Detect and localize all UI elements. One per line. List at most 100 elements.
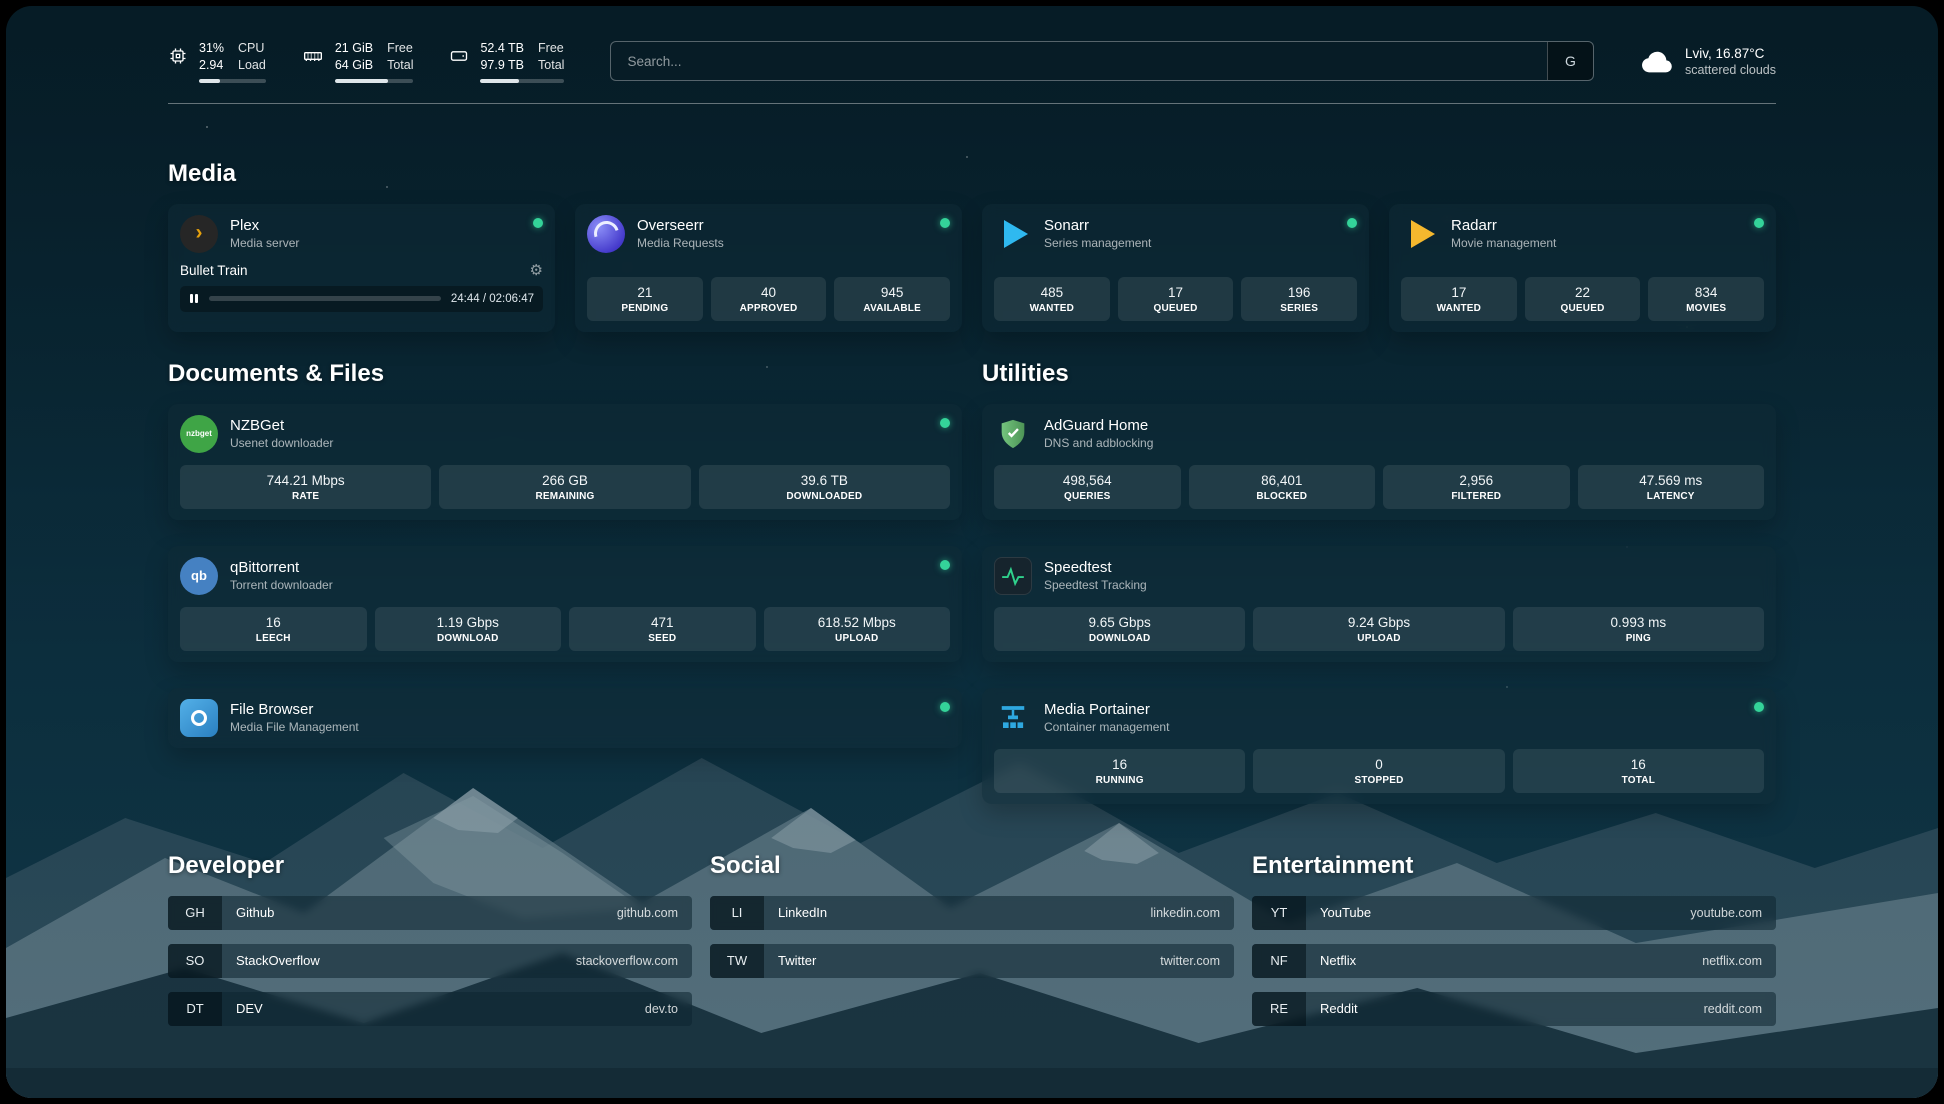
service-subtitle: DNS and adblocking [1044, 436, 1153, 450]
cpu-load-label: Load [238, 57, 266, 73]
stat-label: PENDING [591, 303, 699, 314]
cpu-load-value: 2.94 [199, 57, 224, 73]
bookmark-reddit[interactable]: RE Reddit reddit.com [1252, 992, 1776, 1026]
stat-value: 22 [1529, 285, 1637, 300]
service-link-adguard[interactable]: AdGuard Home DNS and adblocking [994, 415, 1764, 453]
service-subtitle: Series management [1044, 236, 1151, 250]
memory-total-label: Total [387, 57, 413, 73]
bookmark-name: YouTube [1320, 905, 1371, 920]
bookmark-name: Twitter [778, 953, 816, 968]
stat-box: 266 GB REMAINING [439, 465, 690, 509]
service-link-overseerr[interactable]: Overseerr Media Requests [587, 215, 950, 253]
bookmark-url: reddit.com [1704, 1002, 1762, 1016]
stat-value: 16 [184, 615, 363, 630]
stat-label: DOWNLOADED [703, 491, 946, 502]
stat-label: LEECH [184, 633, 363, 644]
adguard-shield-icon [994, 415, 1032, 453]
section-heading-social: Social [710, 852, 1234, 880]
section-heading-documents: Documents & Files [168, 360, 962, 388]
disk-total-label: Total [538, 57, 564, 73]
service-name: AdGuard Home [1044, 417, 1153, 434]
stat-value: 744.21 Mbps [184, 473, 427, 488]
playback-time: 24:44 / 02:06:47 [451, 293, 534, 305]
status-dot [940, 218, 950, 228]
stat-box: 9.65 Gbps DOWNLOAD [994, 607, 1245, 651]
service-name: qBittorrent [230, 559, 333, 576]
stat-value: 618.52 Mbps [768, 615, 947, 630]
service-link-sonarr[interactable]: Sonarr Series management [994, 215, 1357, 253]
top-bar: 31% CPU 2.94 Load 21 GiB [168, 40, 1776, 83]
bookmark-abbr: SO [168, 944, 222, 978]
service-card-radarr: Radarr Movie management 17 WANTED 22 QUE… [1389, 204, 1776, 332]
bookmark-abbr: RE [1252, 992, 1306, 1026]
service-subtitle: Media server [230, 236, 299, 250]
disk-total-value: 97.9 TB [480, 57, 524, 73]
stat-value: 21 [591, 285, 699, 300]
bookmark-url: netflix.com [1702, 954, 1762, 968]
stat-value: 0 [1257, 757, 1500, 772]
weather-condition: scattered clouds [1685, 63, 1776, 77]
stat-box: 744.21 Mbps RATE [180, 465, 431, 509]
memory-widget: 21 GiB Free 64 GiB Total [302, 40, 414, 83]
service-link-filebrowser[interactable]: File Browser Media File Management [180, 699, 950, 737]
bookmark-url: dev.to [645, 1002, 678, 1016]
service-card-plex: › Plex Media server Bullet Train ⚙ 24:44… [168, 204, 555, 332]
portainer-crane-icon [994, 699, 1032, 737]
memory-free-value: 21 GiB [335, 40, 373, 56]
stat-box: 498,564 QUERIES [994, 465, 1181, 509]
service-link-qbittorrent[interactable]: qb qBittorrent Torrent downloader [180, 557, 950, 595]
stat-box: 9.24 Gbps UPLOAD [1253, 607, 1504, 651]
stat-value: 471 [573, 615, 752, 630]
service-link-plex[interactable]: › Plex Media server [180, 215, 543, 253]
search-input[interactable] [611, 42, 1547, 80]
service-subtitle: Media Requests [637, 236, 724, 250]
service-subtitle: Movie management [1451, 236, 1556, 250]
service-name: NZBGet [230, 417, 333, 434]
bookmark-netflix[interactable]: NF Netflix netflix.com [1252, 944, 1776, 978]
service-link-speedtest[interactable]: Speedtest Speedtest Tracking [994, 557, 1764, 595]
stat-value: 0.993 ms [1517, 615, 1760, 630]
service-link-radarr[interactable]: Radarr Movie management [1401, 215, 1764, 253]
stat-box: 16 LEECH [180, 607, 367, 651]
bookmark-youtube[interactable]: YT YouTube youtube.com [1252, 896, 1776, 930]
bookmark-dev[interactable]: DT DEV dev.to [168, 992, 692, 1026]
nzbget-icon: nzbget [180, 415, 218, 453]
pause-icon[interactable] [189, 294, 199, 303]
stat-label: UPLOAD [768, 633, 947, 644]
disk-free-value: 52.4 TB [480, 40, 524, 56]
bookmark-name: StackOverflow [236, 953, 320, 968]
service-link-portainer[interactable]: Media Portainer Container management [994, 699, 1764, 737]
stat-label: TOTAL [1517, 775, 1760, 786]
stat-box: 86,401 BLOCKED [1189, 465, 1376, 509]
section-heading-developer: Developer [168, 852, 692, 880]
media-card-grid: › Plex Media server Bullet Train ⚙ 24:44… [168, 204, 1776, 332]
service-name: Plex [230, 217, 299, 234]
service-subtitle: Speedtest Tracking [1044, 578, 1147, 592]
stat-value: 17 [1405, 285, 1513, 300]
service-card-overseerr: Overseerr Media Requests 21 PENDING 40 A… [575, 204, 962, 332]
stat-box: 17 QUEUED [1118, 277, 1234, 321]
service-card-nzbget: nzbget NZBGet Usenet downloader 744.21 M… [168, 404, 962, 520]
bookmark-twitter[interactable]: TW Twitter twitter.com [710, 944, 1234, 978]
cpu-percent: 31% [199, 40, 224, 56]
weather-widget: Lviv, 16.87°C scattered clouds [1640, 46, 1776, 77]
service-stats: 9.65 Gbps DOWNLOAD 9.24 Gbps UPLOAD 0.99… [994, 595, 1764, 651]
bookmark-github[interactable]: GH Github github.com [168, 896, 692, 930]
stat-label: REMAINING [443, 491, 686, 502]
stat-box: 945 AVAILABLE [834, 277, 950, 321]
bookmark-linkedin[interactable]: LI LinkedIn linkedin.com [710, 896, 1234, 930]
playback-progress-bar[interactable] [209, 296, 441, 301]
service-stats: 744.21 Mbps RATE 266 GB REMAINING 39.6 T… [180, 453, 950, 509]
bookmark-stackoverflow[interactable]: SO StackOverflow stackoverflow.com [168, 944, 692, 978]
gear-icon[interactable]: ⚙ [530, 263, 543, 278]
bookmark-name: Github [236, 905, 274, 920]
section-heading-utilities: Utilities [982, 360, 1776, 388]
search-provider-button[interactable]: G [1547, 42, 1593, 80]
service-name: Media Portainer [1044, 701, 1169, 718]
status-dot [1754, 218, 1764, 228]
service-link-nzbget[interactable]: nzbget NZBGet Usenet downloader [180, 415, 950, 453]
status-dot [940, 418, 950, 428]
memory-usage-bar [335, 79, 414, 83]
bookmark-abbr: GH [168, 896, 222, 930]
dashboard-screen: 31% CPU 2.94 Load 21 GiB [6, 6, 1938, 1098]
